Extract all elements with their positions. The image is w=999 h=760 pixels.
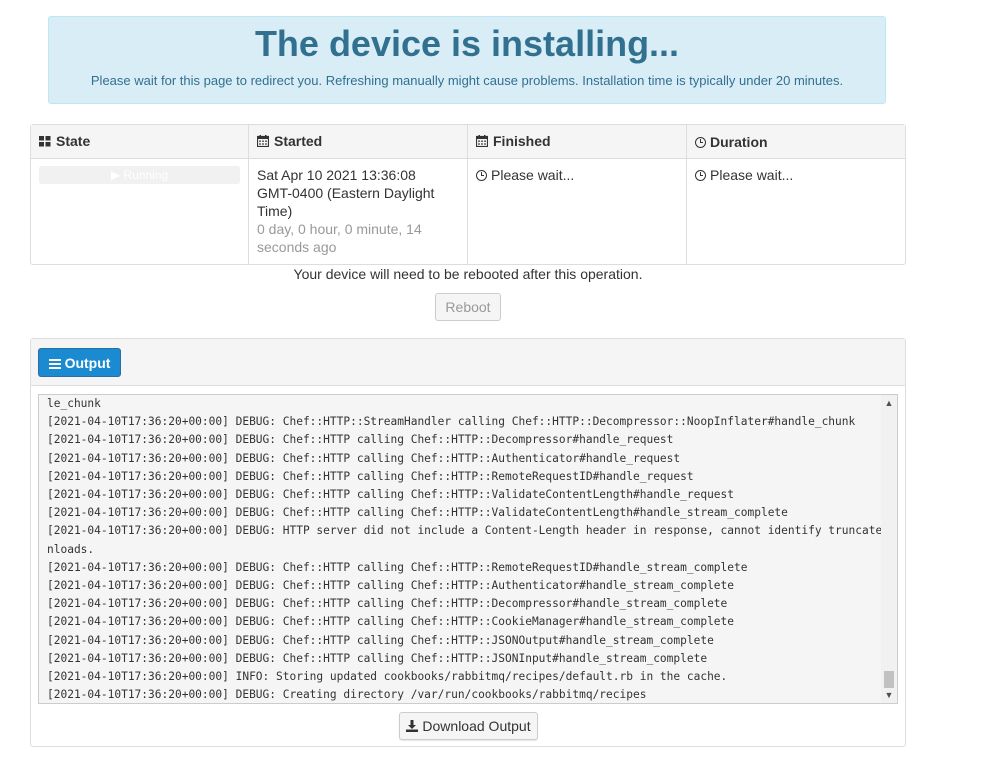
header-duration: Duration — [687, 125, 905, 159]
log-line: [2021-04-10T17:36:20+00:00] DEBUG: Chef:… — [47, 488, 735, 502]
table-row: ▶ Running Sat Apr 10 2021 13:36:08 GMT-0… — [31, 159, 905, 264]
log-line: [2021-04-10T17:36:20+00:00] DEBUG: Chef:… — [47, 597, 728, 611]
calendar-icon — [475, 134, 489, 150]
header-finished-label: Finished — [493, 133, 551, 149]
clock-icon — [695, 170, 706, 181]
duration-value: Please wait... — [710, 167, 794, 183]
clock-icon — [476, 170, 487, 181]
log-line: [2021-04-10T17:36:20+00:00] INFO: Storin… — [47, 670, 728, 684]
log-line: [2021-04-10T17:36:20+00:00] DEBUG: Creat… — [47, 688, 647, 702]
log-content: le_chunk [2021-04-10T17:36:20+00:00] DEBU… — [47, 395, 898, 703]
log-line: [2021-04-10T17:36:20+00:00] DEBUG: Chef:… — [47, 579, 735, 593]
output-tab-button[interactable]: Output — [38, 348, 121, 377]
download-output-label: Download Output — [422, 717, 531, 734]
log-line: [2021-04-10T17:36:20+00:00] DEBUG: Chef:… — [47, 469, 694, 483]
download-output-button[interactable]: Download Output — [399, 712, 538, 740]
state-progress: ▶ Running — [39, 166, 240, 184]
log-line: [2021-04-10T17:36:20+00:00] DEBUG: Chef:… — [47, 451, 681, 465]
log-line: nloads. — [47, 542, 95, 556]
calendar-icon — [256, 134, 270, 150]
reboot-note: Your device will need to be rebooted aft… — [293, 266, 643, 282]
log-line: [2021-04-10T17:36:20+00:00] DEBUG: Chef:… — [47, 415, 856, 429]
duration-cell: Please wait... — [687, 159, 905, 264]
started-cell: Sat Apr 10 2021 13:36:08 GMT-0400 (Easte… — [249, 159, 468, 264]
header-state: State — [31, 125, 249, 159]
log-line: [2021-04-10T17:36:20+00:00] DEBUG: Chef:… — [47, 633, 714, 647]
log-line: [2021-04-10T17:36:20+00:00] DEBUG: HTTP … — [47, 524, 898, 538]
banner-title: The device is installing... — [254, 23, 680, 64]
log-line: [2021-04-10T17:36:20+00:00] DEBUG: Chef:… — [47, 560, 748, 574]
download-icon — [406, 719, 419, 735]
state-progress-bar: ▶ Running — [39, 166, 240, 184]
finished-value: Please wait... — [491, 167, 575, 183]
header-started: Started — [249, 125, 468, 159]
header-started-label: Started — [274, 133, 323, 149]
header-state-label: State — [56, 133, 91, 149]
log-scrollbar[interactable]: ▲ ▼ — [881, 395, 897, 703]
banner-subtitle: Please wait for this page to redirect yo… — [90, 73, 844, 88]
log-line: [2021-04-10T17:36:20+00:00] DEBUG: Chef:… — [47, 433, 674, 447]
elapsed-time: 0 day, 0 hour, 0 minute, 14 seconds ago — [257, 221, 422, 255]
header-finished: Finished — [468, 125, 687, 159]
log-line: [2021-04-10T17:36:20+00:00] DEBUG: Chef:… — [47, 615, 735, 629]
log-line: [2021-04-10T17:36:20+00:00] DEBUG: Chef:… — [47, 651, 708, 665]
log-line: le_chunk — [47, 397, 101, 410]
state-cell: ▶ Running — [31, 159, 249, 264]
output-panel: Output le_chunk [2021-04-10T17:36:20+00:0… — [30, 338, 906, 747]
finished-cell: Please wait... — [468, 159, 687, 264]
scroll-thumb[interactable] — [884, 671, 894, 688]
th-large-icon — [39, 134, 51, 150]
installing-banner: The device is installing... Please wait … — [48, 16, 886, 104]
log-line: [2021-04-10T17:36:20+00:00] DEBUG: Chef:… — [47, 506, 788, 520]
log-output[interactable]: le_chunk [2021-04-10T17:36:20+00:00] DEBU… — [38, 394, 898, 704]
status-header-row: State Started Finished Duration — [31, 125, 905, 159]
started-date: Sat Apr 10 2021 13:36:08 — [257, 167, 416, 183]
reboot-button[interactable]: Reboot — [435, 293, 501, 321]
list-icon — [48, 358, 61, 369]
scroll-up-icon[interactable]: ▲ — [881, 395, 897, 411]
header-duration-label: Duration — [710, 133, 768, 150]
status-table: State Started Finished Duration ▶ Runnin… — [30, 124, 906, 265]
started-timezone: GMT-0400 (Eastern Daylight Time) — [257, 185, 435, 219]
output-panel-header: Output — [31, 339, 905, 386]
scroll-down-icon[interactable]: ▼ — [881, 687, 897, 703]
clock-icon — [695, 136, 706, 148]
output-tab-label: Output — [64, 354, 111, 371]
